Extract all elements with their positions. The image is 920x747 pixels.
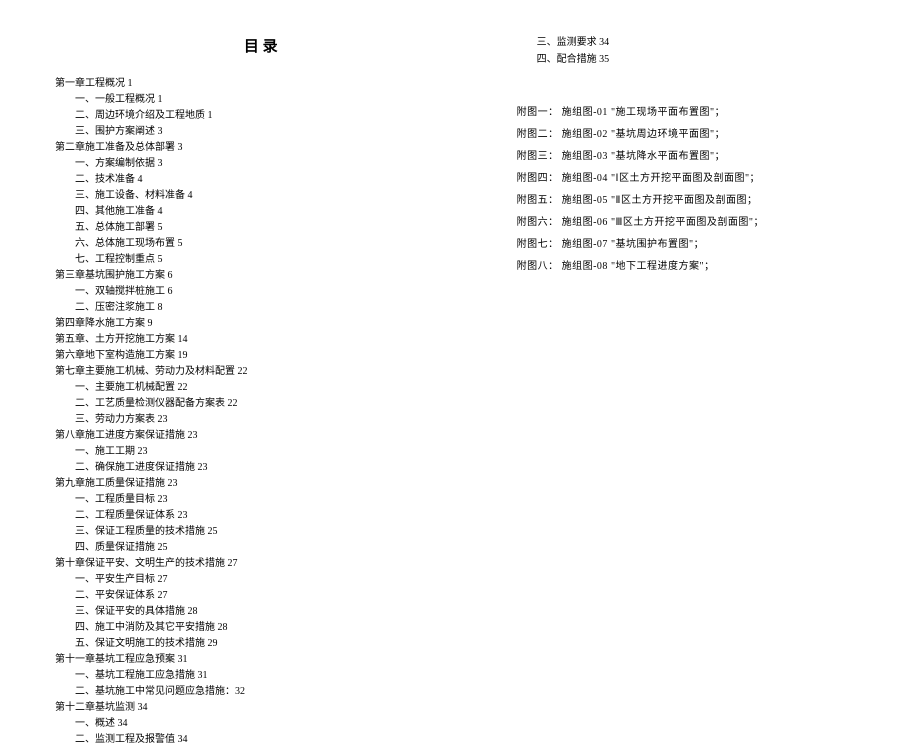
toc-sub-item: 三、围护方案阐述 3 (55, 124, 467, 139)
toc-sub-item: 一、一般工程概况 1 (55, 92, 467, 107)
attachment-ref: 施组图-04 (562, 173, 608, 184)
attachment-label: 附图一： (517, 102, 559, 124)
attachment-title: "Ⅱ区土方开挖平面图及剖面图； (611, 195, 758, 206)
toc-chapter: 第十一章基坑工程应急预案 31 (55, 652, 467, 667)
attachment-ref: 施组图-06 (562, 217, 608, 228)
toc-sub-item: 四、质量保证措施 25 (55, 540, 467, 555)
toc-sub-item: 二、监测工程及报警值 34 (55, 732, 467, 747)
toc-sub-item: 二、压密注浆施工 8 (55, 300, 467, 315)
attachment-title: "施工现场平面布置图"； (611, 107, 725, 118)
toc-chapter: 第七章主要施工机械、劳动力及材料配置 22 (55, 364, 467, 379)
toc-list-left: 第一章工程概况 1一、一般工程概况 1二、周边环境介绍及工程地质 1三、围护方案… (55, 76, 467, 747)
toc-sub-item: 一、主要施工机械配置 22 (55, 380, 467, 395)
attachment-line: 附图七： 施组图-07 "基坑围护布置图"； (517, 234, 865, 256)
toc-sub-item: 三、监测要求 34 (517, 35, 865, 50)
toc-sub-item: 五、保证文明施工的技术措施 29 (55, 636, 467, 651)
attachment-line: 附图六： 施组图-06 "Ⅲ区土方开挖平面图及剖面图"； (517, 212, 865, 234)
attachment-title: "基坑周边环境平面图"； (611, 129, 725, 140)
attachment-title: "基坑围护布置图"； (611, 239, 704, 250)
attachment-line: 附图五： 施组图-05 "Ⅱ区土方开挖平面图及剖面图； (517, 190, 865, 212)
toc-chapter: 第九章施工质量保证措施 23 (55, 476, 467, 491)
toc-sub-item: 四、其他施工准备 4 (55, 204, 467, 219)
attachment-line: 附图一： 施组图-01 "施工现场平面布置图"； (517, 102, 865, 124)
toc-sub-item: 三、施工设备、材料准备 4 (55, 188, 467, 203)
attachment-line: 附图四： 施组图-04 "Ⅰ区土方开挖平面图及剖面图"； (517, 168, 865, 190)
attachment-label: 附图四： (517, 168, 559, 190)
attachment-title: "基坑降水平面布置图"； (611, 151, 725, 162)
attachment-ref: 施组图-01 (562, 107, 608, 118)
toc-left-column: 目 录 第一章工程概况 1一、一般工程概况 1二、周边环境介绍及工程地质 1三、… (45, 35, 477, 616)
toc-right-column: 三、监测要求 34 四、配合措施 35 附图一： 施组图-01 "施工现场平面布置… (477, 35, 875, 616)
toc-chapter: 第一章工程概况 1 (55, 76, 467, 91)
toc-sub-item: 一、概述 34 (55, 716, 467, 731)
attachment-label: 附图六： (517, 212, 559, 234)
attachment-label: 附图八： (517, 256, 559, 278)
toc-sub-item: 二、技术准备 4 (55, 172, 467, 187)
toc-sub-item: 一、平安生产目标 27 (55, 572, 467, 587)
attachment-label: 附图二： (517, 124, 559, 146)
toc-sub-item: 二、工艺质量检测仪器配备方案表 22 (55, 396, 467, 411)
toc-title: 目 录 (55, 35, 467, 56)
toc-sub-item: 二、基坑施工中常见问题应急措施：32 (55, 684, 467, 699)
attachment-label: 附图三： (517, 146, 559, 168)
attachments-list: 附图一： 施组图-01 "施工现场平面布置图"；附图二： 施组图-02 "基坑周… (517, 102, 865, 278)
toc-chapter: 第十章保证平安、文明生产的技术措施 27 (55, 556, 467, 571)
toc-sub-item: 一、施工工期 23 (55, 444, 467, 459)
attachment-line: 附图八： 施组图-08 "地下工程进度方案"； (517, 256, 865, 278)
attachment-ref: 施组图-03 (562, 151, 608, 162)
toc-chapter: 第五章、土方开挖施工方案 14 (55, 332, 467, 347)
attachment-ref: 施组图-02 (562, 129, 608, 140)
toc-sub-item: 七、工程控制重点 5 (55, 252, 467, 267)
toc-sub-item: 六、总体施工现场布置 5 (55, 236, 467, 251)
toc-chapter: 第二章施工准备及总体部署 3 (55, 140, 467, 155)
toc-chapter: 第四章降水施工方案 9 (55, 316, 467, 331)
attachment-ref: 施组图-08 (562, 261, 608, 272)
toc-sub-item: 二、周边环境介绍及工程地质 1 (55, 108, 467, 123)
toc-sub-item: 二、工程质量保证体系 23 (55, 508, 467, 523)
toc-sub-item: 四、施工中消防及其它平安措施 28 (55, 620, 467, 635)
toc-sub-item: 二、平安保证体系 27 (55, 588, 467, 603)
toc-chapter: 第三章基坑围护施工方案 6 (55, 268, 467, 283)
toc-sub-item: 三、保证工程质量的技术措施 25 (55, 524, 467, 539)
toc-sub-item: 三、保证平安的具体措施 28 (55, 604, 467, 619)
attachment-title: "Ⅲ区土方开挖平面图及剖面图"； (611, 217, 764, 228)
toc-sub-item: 一、双轴搅拌桩施工 6 (55, 284, 467, 299)
toc-sub-item: 一、工程质量目标 23 (55, 492, 467, 507)
attachment-label: 附图七： (517, 234, 559, 256)
toc-sub-item: 一、基坑工程施工应急措施 31 (55, 668, 467, 683)
attachment-line: 附图二： 施组图-02 "基坑周边环境平面图"； (517, 124, 865, 146)
attachment-line: 附图三： 施组图-03 "基坑降水平面布置图"； (517, 146, 865, 168)
toc-sub-item: 四、配合措施 35 (517, 52, 865, 67)
toc-sub-item: 五、总体施工部署 5 (55, 220, 467, 235)
attachment-title: "地下工程进度方案"； (611, 261, 715, 272)
toc-sub-item: 一、方案编制依据 3 (55, 156, 467, 171)
toc-list-right-top: 三、监测要求 34 四、配合措施 35 (517, 35, 865, 67)
toc-sub-item: 三、劳动力方案表 23 (55, 412, 467, 427)
attachment-label: 附图五： (517, 190, 559, 212)
toc-chapter: 第十二章基坑监测 34 (55, 700, 467, 715)
attachment-ref: 施组图-07 (562, 239, 608, 250)
toc-sub-item: 二、确保施工进度保证措施 23 (55, 460, 467, 475)
toc-chapter: 第八章施工进度方案保证措施 23 (55, 428, 467, 443)
attachment-ref: 施组图-05 (562, 195, 608, 206)
attachment-title: "Ⅰ区土方开挖平面图及剖面图"； (611, 173, 760, 184)
toc-chapter: 第六章地下室构造施工方案 19 (55, 348, 467, 363)
